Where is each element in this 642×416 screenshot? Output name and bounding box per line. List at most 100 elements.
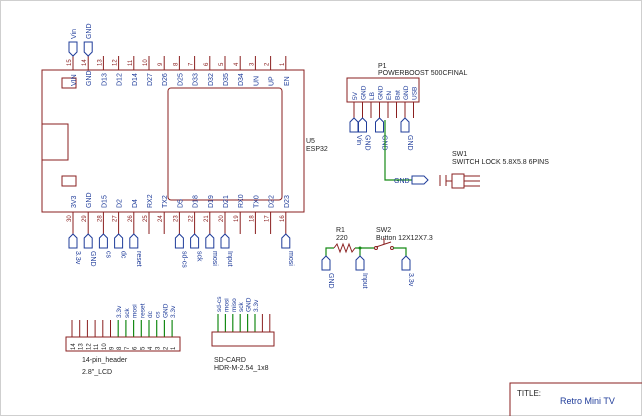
button-flag-0-shape: [321, 255, 331, 271]
esp32-bottom-pin-name: D2: [117, 199, 124, 208]
esp32-bottom-pin-name: TX2: [162, 195, 169, 208]
esp32-bottom-pin-number: 30: [67, 215, 73, 222]
esp32-bottom-pin-number: 26: [128, 215, 134, 222]
esp32-bottom-pin-number: 28: [97, 215, 103, 222]
esp32-top-pin-name: D35: [223, 73, 230, 86]
esp32-bottom-pin-group: 30 3V3 29 GND 28 D15 27 D2 26 D4 25 RX2 24 TX2 23 D5 22 D…: [67, 192, 291, 234]
sw1-gnd-label: GND: [394, 178, 410, 185]
esp32-bottom-pin-number: 27: [113, 215, 119, 222]
esp32-top-flag-1-shape: [83, 41, 93, 57]
esp32-top-pin-name: VIN: [71, 74, 78, 86]
powerboost-pin-name: USB: [412, 87, 419, 100]
esp32-top-pin-number: 6: [204, 62, 210, 66]
esp32-top-pin-group: 15VIN14GND13D1312D1211D1410D279D268D257D…: [67, 56, 291, 86]
sd-header-name: SD-CARD: [214, 357, 246, 364]
powerboost-flag-3-label: GND: [406, 135, 413, 151]
esp32-bottom-pin-number: 22: [189, 215, 195, 222]
esp32-top-pin-number: 9: [158, 62, 164, 66]
esp32-bottom-pin-number: 20: [219, 215, 225, 222]
lcd-signal-label: 3.3v: [170, 305, 177, 318]
sd-header-body: [211, 331, 275, 347]
sw1-body: [451, 173, 465, 189]
esp32-body: [41, 69, 305, 213]
lcd-pin-number: 7: [125, 346, 131, 350]
switch2-ref: SW2: [376, 227, 391, 234]
button-flag-2-label: 3.3v: [407, 273, 414, 287]
powerboost-module[interactable]: P1 POWERBOOST 500CFINAL 5V GND LB GND EN Bat G…: [346, 63, 467, 118]
powerboost-flags: Vin GND GND GND: [349, 117, 413, 151]
esp32-top-pin-name: D12: [117, 73, 124, 86]
sd-card-header[interactable]: sd-cs mosi miso sck GND 3.3v SD-CARD HDR-M-2.…: [211, 296, 275, 372]
powerboost-flag-0-label: Vin: [355, 135, 362, 145]
powerboost-pin-name: LB: [369, 92, 376, 100]
esp32-top-flag-1-label: GND: [86, 23, 93, 39]
esp32-top-pin-number: 5: [219, 62, 225, 66]
switch1-value: SWITCH LOCK 5.8X5.8 6PINS: [452, 159, 549, 166]
switch-lock[interactable]: SW1 SWITCH LOCK 5.8X5.8 6PINS: [439, 151, 549, 189]
esp32-top-pin-number: 3: [249, 62, 255, 66]
esp32-bottom-pin-name: TX0: [253, 195, 260, 208]
powerboost-pin-name: GND: [378, 85, 385, 100]
esp32-bottom-flag-4-label: reset: [135, 251, 142, 267]
esp32-top-pin-name: D25: [177, 73, 184, 86]
esp32-top-pin-name: D14: [132, 73, 139, 86]
esp32-top-pin-name: D34: [238, 73, 245, 86]
lcd-header-name: 14-pin_header: [82, 357, 128, 364]
esp32-bottom-pin-number: 21: [204, 215, 210, 222]
button-flag-1-shape: [355, 255, 365, 271]
button-circuit[interactable]: R1 220 SW2 Button 12X12X7.3: [325, 227, 433, 256]
esp32-bottom-flag-5-label: sd-cs: [180, 251, 187, 268]
esp32-bottom-pin-number: 24: [158, 215, 164, 222]
esp32-bottom-flag-1-shape: [83, 233, 93, 249]
esp32-top-pin-number: 11: [128, 59, 134, 66]
esp32-bottom-pin-number: 17: [265, 215, 271, 222]
button-circuit-flags: GND Input 3.3v: [321, 255, 414, 289]
lcd-signal-label: 3.3v: [116, 305, 123, 318]
esp32-top-pin-name: D27: [147, 73, 154, 86]
esp32-top-pin-number: 12: [113, 59, 119, 66]
powerboost-flag-2-shape: [375, 117, 384, 133]
esp32-shield: [167, 87, 283, 201]
esp32-bottom-flag-7-shape: [205, 233, 215, 249]
esp32-top-pin-number: 7: [189, 62, 195, 66]
esp32-bottom-pin-name: D21: [223, 195, 230, 208]
sd-signal-label: sd-cs: [216, 296, 223, 312]
powerboost-pin-name: EN: [386, 91, 393, 100]
esp32-usb-port: [41, 123, 69, 161]
esp32-bottom-pin-number: 23: [173, 215, 179, 222]
esp32-top-pin-number: 8: [173, 62, 179, 66]
esp32-top-pin-number: 13: [97, 59, 103, 66]
powerboost-pin-name: GND: [403, 85, 410, 100]
switch1-ref: SW1: [452, 151, 467, 158]
esp32-bottom-flag-0-shape: [68, 233, 78, 249]
title-block: TITLE: Retro Mini TV: [509, 382, 642, 416]
esp32-top-pin-name: UN: [253, 76, 260, 86]
schematic-canvas: U5 ESP32 15VIN14GND13D1312D1211D1410D279…: [0, 0, 642, 416]
esp32-ref: U5: [306, 138, 315, 145]
esp32-top-power-flags: Vin GND: [68, 23, 93, 57]
sw1-gnd-flag-shape: [411, 175, 429, 185]
sd-signal-labels: sd-cs mosi miso sck GND 3.3v: [216, 296, 260, 312]
esp32-bottom-pin-name: RX0: [238, 194, 245, 208]
lcd-header-pins: [71, 320, 173, 337]
esp32-top-pin-number: 4: [234, 62, 240, 66]
resistor-ref: R1: [336, 227, 345, 234]
esp32-top-pin-name: D32: [208, 73, 215, 86]
lcd-signal-label: GND: [162, 303, 169, 318]
esp32-top-pin-name: D13: [101, 73, 108, 86]
powerboost-flag-2-label: GND: [381, 135, 388, 151]
lcd-pin-number: 5: [140, 346, 146, 350]
esp32-bottom-flag-5-shape: [174, 233, 184, 249]
title-block-title: Retro Mini TV: [560, 396, 615, 406]
sd-signal-label: miso: [231, 298, 238, 312]
resistor-value: 220: [336, 235, 348, 242]
esp32-bottom-flag-0-label: 3.3v: [74, 251, 81, 265]
esp32-module[interactable]: U5 ESP32 15VIN14GND13D1312D1211D1410D279…: [41, 56, 328, 234]
esp32-bottom-pin-number: 19: [234, 215, 240, 222]
lcd-pin-number: 4: [148, 346, 154, 350]
button-flag-1-label: Input: [361, 273, 368, 289]
sd-signal-label: 3.3v: [253, 299, 260, 312]
lcd-header[interactable]: 14 13 12 11 10 9 8 7 6 5 4 3 2 1 3.3v sck mosi reset dc cs…: [65, 303, 181, 376]
lcd-pin-number: 8: [117, 346, 123, 350]
esp32-bottom-flag-2-shape: [98, 233, 108, 249]
